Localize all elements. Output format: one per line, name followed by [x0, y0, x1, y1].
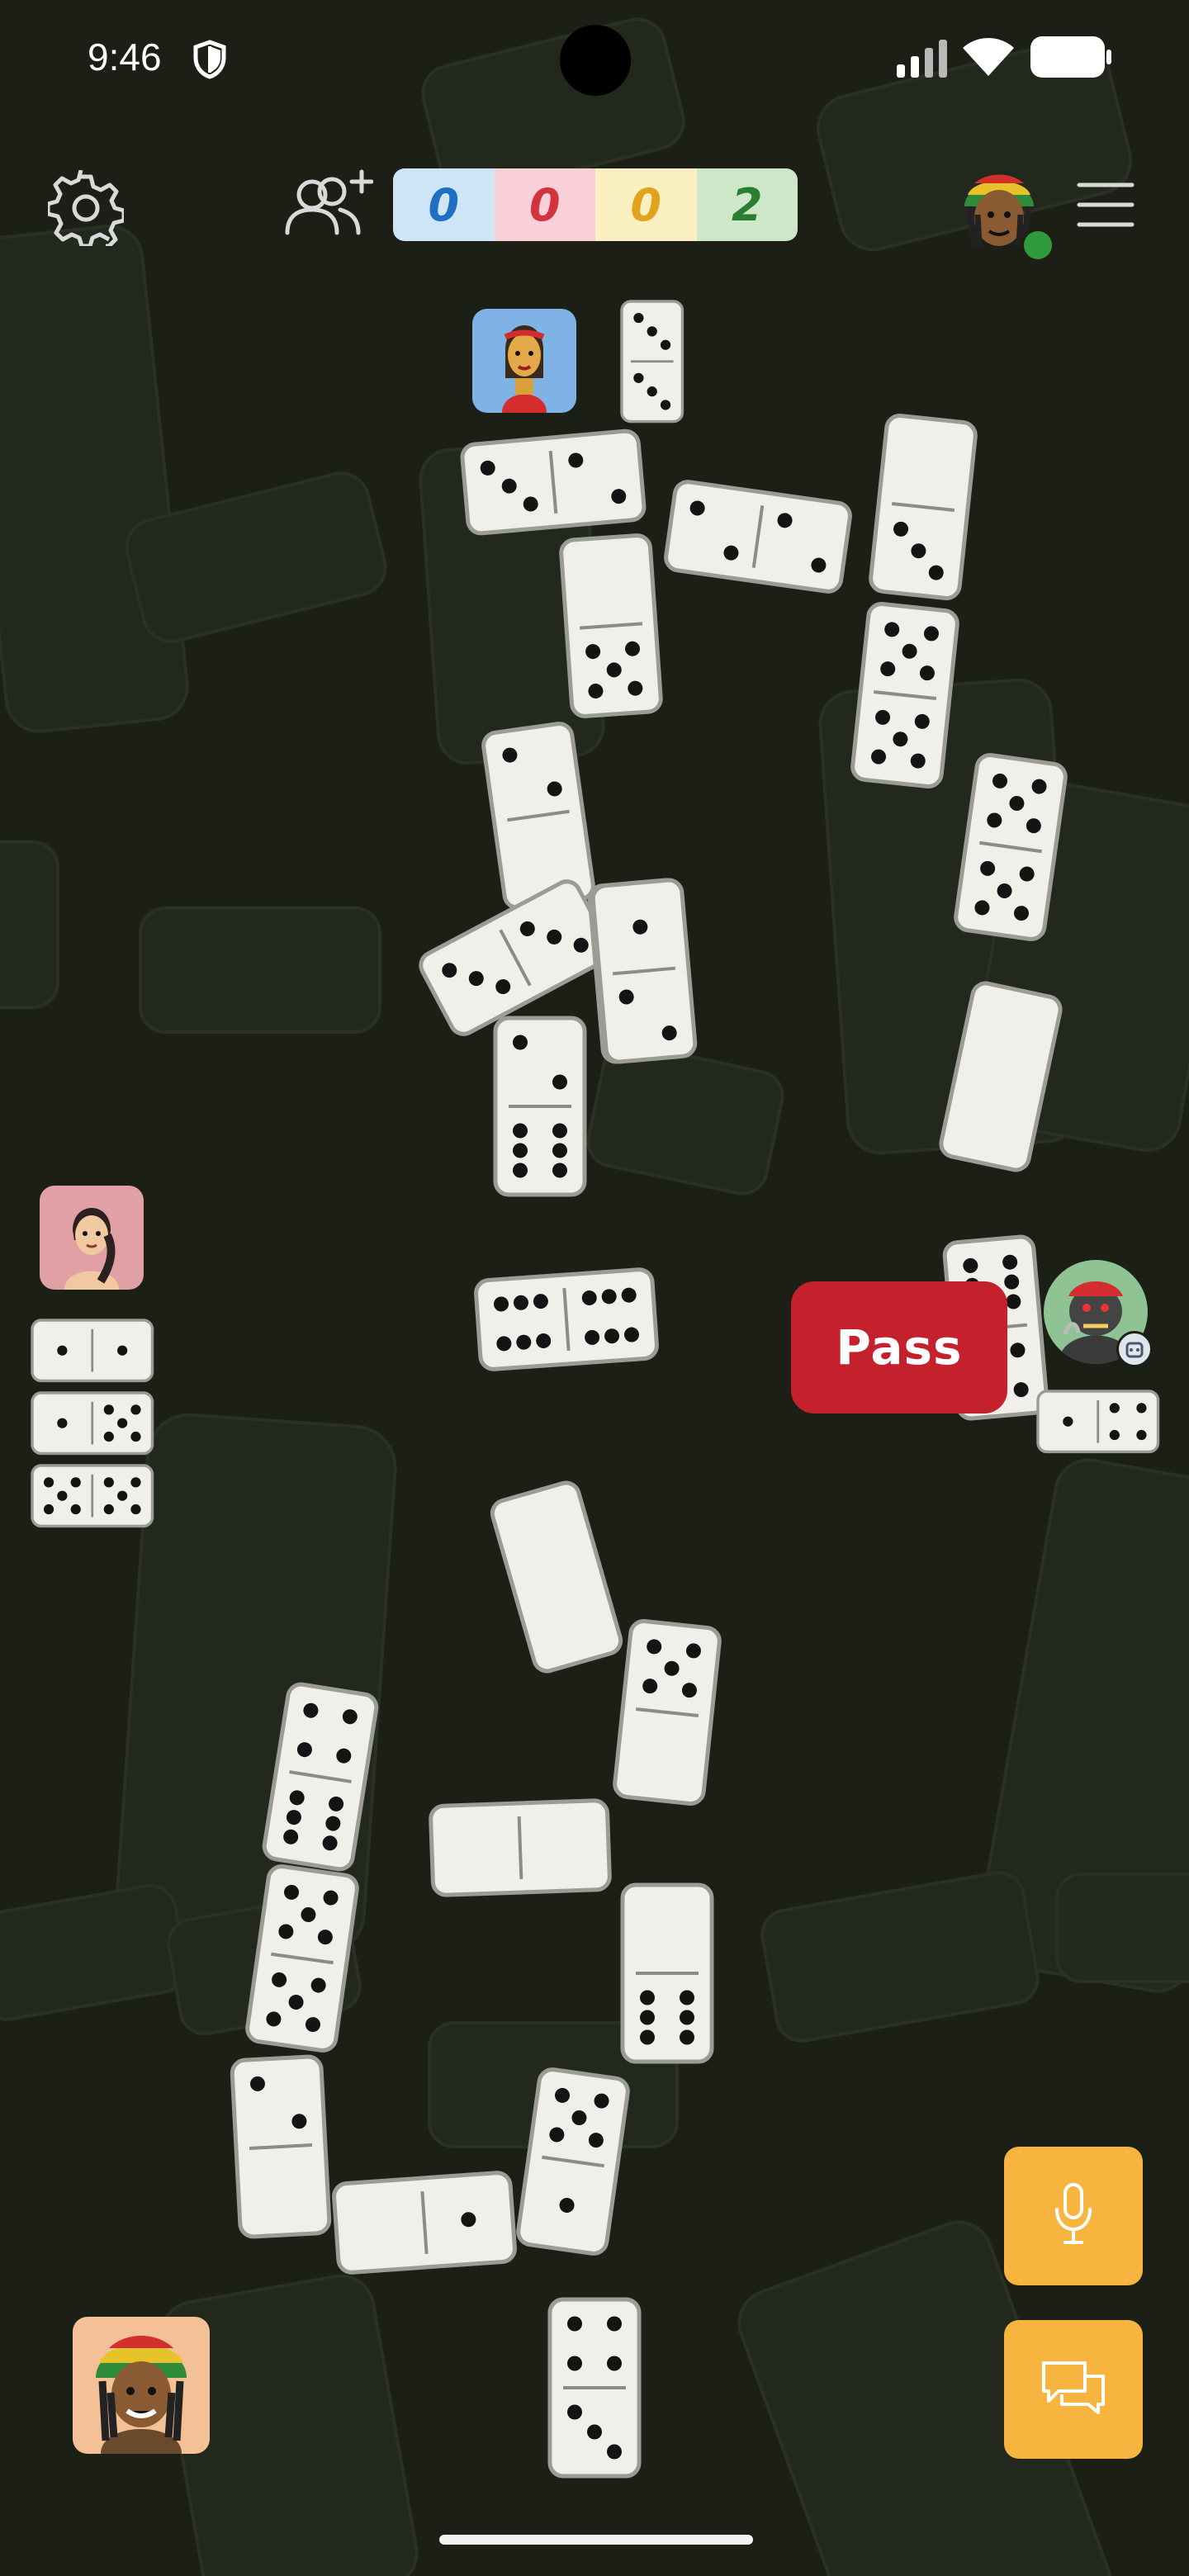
- wifi-icon: [963, 36, 1014, 79]
- board-domino-15: [620, 1882, 714, 2064]
- board-domino-21: [547, 2297, 642, 2479]
- chat-button[interactable]: [1004, 2320, 1143, 2459]
- gear-icon[interactable]: [45, 169, 126, 249]
- chat-bubble-icon: [1040, 2358, 1106, 2421]
- hamburger-menu-icon[interactable]: [1077, 182, 1135, 231]
- online-status-dot: [1021, 228, 1055, 263]
- board-domino-16: [262, 1682, 379, 1872]
- board-domino-17: [245, 1864, 359, 2053]
- board-domino-10: [474, 1267, 659, 1371]
- camera-cutout: [560, 25, 631, 96]
- board-domino-3: [869, 414, 978, 600]
- hand-left-domino-2: [31, 1464, 154, 1528]
- board-domino-12: [490, 1480, 623, 1674]
- signal-icon: [897, 40, 948, 81]
- status-time: 9:46: [88, 36, 162, 78]
- board-domino-4: [850, 602, 959, 788]
- team-score-red: 0: [494, 168, 595, 241]
- team-score-green: 2: [696, 168, 798, 241]
- pass-button[interactable]: Pass: [791, 1281, 1007, 1413]
- add-user-icon[interactable]: [282, 167, 374, 241]
- microphone-button[interactable]: [1004, 2147, 1143, 2285]
- board-domino-14: [429, 1798, 612, 1897]
- microphone-icon: [1049, 2181, 1098, 2251]
- board-domino-face-down: [939, 981, 1063, 1172]
- hand-top-domino-0: [620, 300, 685, 424]
- board-domino-5: [954, 753, 1068, 941]
- team-score-yellow: 0: [595, 168, 697, 241]
- bot-badge-icon: [1116, 1331, 1153, 1367]
- team-score-blue: 0: [393, 168, 495, 241]
- board-domino-22: [590, 878, 698, 1064]
- board-domino-13: [613, 1619, 722, 1806]
- board-domino-2: [664, 480, 852, 594]
- player-top-avatar[interactable]: [472, 309, 576, 413]
- scoreboard: 0 0 0 2: [393, 168, 798, 241]
- board-domino-19: [332, 2171, 517, 2275]
- board-domino-20: [516, 2067, 630, 2256]
- battery-icon: [1030, 36, 1113, 81]
- player-left-avatar[interactable]: [40, 1186, 144, 1290]
- home-indicator: [439, 2535, 753, 2545]
- hand-right-domino-0: [1036, 1390, 1160, 1454]
- self-avatar[interactable]: [73, 2317, 210, 2454]
- shield-icon: [192, 40, 228, 83]
